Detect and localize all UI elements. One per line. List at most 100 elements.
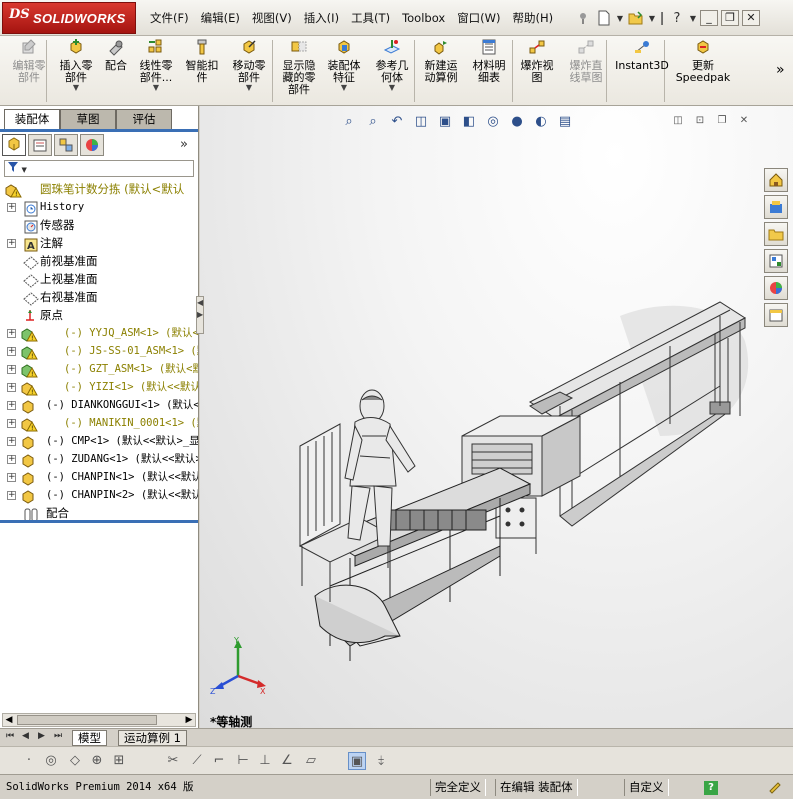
angle-icon[interactable]: ∠ (278, 752, 296, 770)
ribbon-button-show-hidden[interactable]: 显示隐 藏的零 部件 (276, 38, 322, 104)
scroll-right-icon[interactable]: ▶ (183, 714, 195, 726)
new-document-icon[interactable] (595, 9, 613, 27)
tree-item[interactable]: 前视基准面 (0, 252, 198, 270)
construction-icon[interactable]: ⌐ (210, 752, 228, 770)
ribbon-button-instant3d[interactable]: Instant3D (612, 38, 672, 104)
zoom-to-fit-icon[interactable]: ⌕ (340, 112, 358, 130)
tree-item[interactable]: 传感器 (0, 216, 198, 234)
expand-icon[interactable]: ⊡ (692, 114, 708, 128)
expand-icon[interactable]: + (7, 473, 16, 482)
tree-item[interactable]: +! (-) YIZI<1> (默认<<默认> (0, 378, 198, 396)
ribbon-button-move-component[interactable]: 移动零 部件 ▼ (226, 38, 272, 104)
tree-item[interactable]: 右视基准面 (0, 288, 198, 306)
help-icon[interactable]: ? (704, 781, 718, 795)
ribbon-button-mate[interactable]: 配合 (100, 38, 132, 104)
close-button[interactable]: ✕ (742, 10, 760, 26)
feature-tree-filter[interactable]: ▼ (4, 160, 194, 177)
smart-dimension-icon[interactable]: ⊢ (234, 752, 252, 770)
collapse-panel-button[interactable]: » (180, 137, 188, 152)
edit-appearance-icon[interactable]: ● (508, 112, 526, 130)
tree-item[interactable]: + (-) ZUDANG<1> (默认<<默认> (0, 450, 198, 468)
chevron-down-icon[interactable]: ▼ (54, 84, 98, 92)
menu-toolbox[interactable]: Toolbox (396, 9, 451, 29)
ribbon-overflow-button[interactable]: » (776, 62, 785, 78)
file-explorer-icon[interactable] (764, 222, 788, 246)
circle-icon[interactable]: ◎ (42, 752, 60, 770)
graphics-area[interactable]: ⌕ ⌕ ↶ ◫ ▣ ◧ ◎ ● ◐ ▤ ◫ ⊡ ❐ ✕ Y X Z *等轴测 (200, 106, 793, 728)
featuremanager-icon[interactable] (2, 134, 26, 156)
ribbon-button-exploded-view[interactable]: 爆炸视 图 (514, 38, 560, 104)
menu-insert[interactable]: 插入(I) (298, 9, 345, 29)
first-tab-icon[interactable]: ⏮ (6, 731, 14, 741)
ribbon-button-edit-component[interactable]: 编辑零 部件 (6, 38, 52, 104)
configurationmanager-icon[interactable] (54, 134, 78, 156)
tree-item[interactable]: + (-) DIANKONGGUI<1> (默认< (0, 396, 198, 414)
tree-item[interactable]: +! (-) JS-SS-01_ASM<1> (默 (0, 342, 198, 360)
expand-icon[interactable]: + (7, 455, 16, 464)
menu-tools[interactable]: 工具(T) (345, 9, 396, 29)
tree-item[interactable]: + History (0, 198, 198, 217)
panel-splitter[interactable]: ◀ ▶ (196, 296, 204, 334)
last-tab-icon[interactable]: ⏭ (54, 731, 62, 741)
chevron-down-icon[interactable]: ▼ (322, 84, 366, 92)
zoom-to-area-icon[interactable]: ⌕ (364, 112, 382, 130)
chevron-down-icon[interactable]: ▼ (134, 84, 178, 92)
resources-icon[interactable] (764, 168, 788, 192)
help-icon[interactable]: ? (668, 9, 686, 27)
tree-item[interactable]: +! (-) YYJQ_ASM<1> (默认< (0, 324, 198, 342)
tab-assembly[interactable]: 装配体 (4, 109, 60, 129)
apply-scene-icon[interactable]: ◐ (532, 112, 550, 130)
propertymanager-icon[interactable] (28, 134, 52, 156)
prev-tab-icon[interactable]: ◀ (22, 731, 29, 741)
hide-show-icon[interactable]: ◎ (484, 112, 502, 130)
scroll-left-icon[interactable]: ◀ (3, 714, 15, 726)
view-orientation-icon[interactable]: ▣ (436, 112, 454, 130)
ribbon-button-speedpak[interactable]: 更新 Speedpak (674, 38, 732, 104)
restore-button[interactable]: ❐ (721, 10, 739, 26)
notification-icon[interactable] (766, 779, 782, 796)
minimize-button[interactable]: _ (700, 10, 718, 26)
chevron-down-icon[interactable]: ▼ (226, 84, 272, 92)
ribbon-button-assembly-features[interactable]: 装配体 特征 ▼ (322, 38, 366, 104)
tree-item[interactable]: 原点 (0, 306, 198, 324)
expand-icon[interactable]: + (7, 401, 16, 410)
menu-file[interactable]: 文件(F) (144, 9, 195, 29)
chevron-down-icon[interactable]: ▼ (368, 84, 416, 92)
expand-icon[interactable]: + (7, 419, 16, 428)
section-view-icon[interactable]: ◫ (412, 112, 430, 130)
menu-window[interactable]: 窗口(W) (451, 9, 506, 29)
previous-view-icon[interactable]: ↶ (388, 112, 406, 130)
open-icon[interactable] (627, 9, 645, 27)
tab-motion-study[interactable]: 运动算例 1 (118, 730, 187, 746)
perspective-icon[interactable]: ⤈ (372, 752, 390, 770)
tree-item[interactable]: 上视基准面 (0, 270, 198, 288)
grid-icon[interactable]: ⊞ (110, 752, 128, 770)
expand-icon[interactable]: + (7, 347, 16, 356)
trim-icon[interactable]: ✂ (164, 752, 182, 770)
instant3d-toggle-icon[interactable]: ▣ (348, 752, 366, 770)
tree-item[interactable]: ! 圆珠笔计数分拣 (默认<默认 (0, 180, 198, 198)
expand-icon[interactable]: + (7, 329, 16, 338)
units-status[interactable]: 自定义 (624, 779, 669, 796)
menu-help[interactable]: 帮助(H) (507, 9, 560, 29)
offset-icon[interactable]: ⟋ (188, 752, 206, 770)
expand-icon[interactable]: + (7, 437, 16, 446)
assembly-model-render[interactable] (200, 106, 793, 728)
display-style-icon[interactable]: ◧ (460, 112, 478, 130)
filter-dropdown[interactable]: ▼ (22, 166, 27, 174)
relations-icon[interactable]: ⊥ (256, 752, 274, 770)
chevron-down-icon[interactable]: ▼ (648, 9, 656, 27)
expand-icon[interactable]: + (7, 239, 16, 248)
solidworks-logo[interactable]: DS SOLIDWORKS (2, 2, 136, 34)
next-tab-icon[interactable]: ▶ (38, 731, 45, 741)
chevron-down-icon[interactable]: ▼ (616, 9, 624, 27)
view-palette-icon[interactable] (764, 249, 788, 273)
tree-item[interactable]: +! (-) MANIKIN_0001<1> (默 (0, 414, 198, 432)
polygon-icon[interactable]: ◇ (66, 752, 84, 770)
tile-icon[interactable]: ❐ (714, 114, 730, 128)
tree-item[interactable]: + (-) CMP<1> (默认<<默认>_显 (0, 432, 198, 450)
ribbon-button-motion-study[interactable]: 新建运 动算例 (418, 38, 464, 104)
menu-edit[interactable]: 编辑(E) (195, 9, 246, 29)
point-icon[interactable]: · (20, 752, 38, 770)
custom-properties-icon[interactable] (764, 303, 788, 327)
